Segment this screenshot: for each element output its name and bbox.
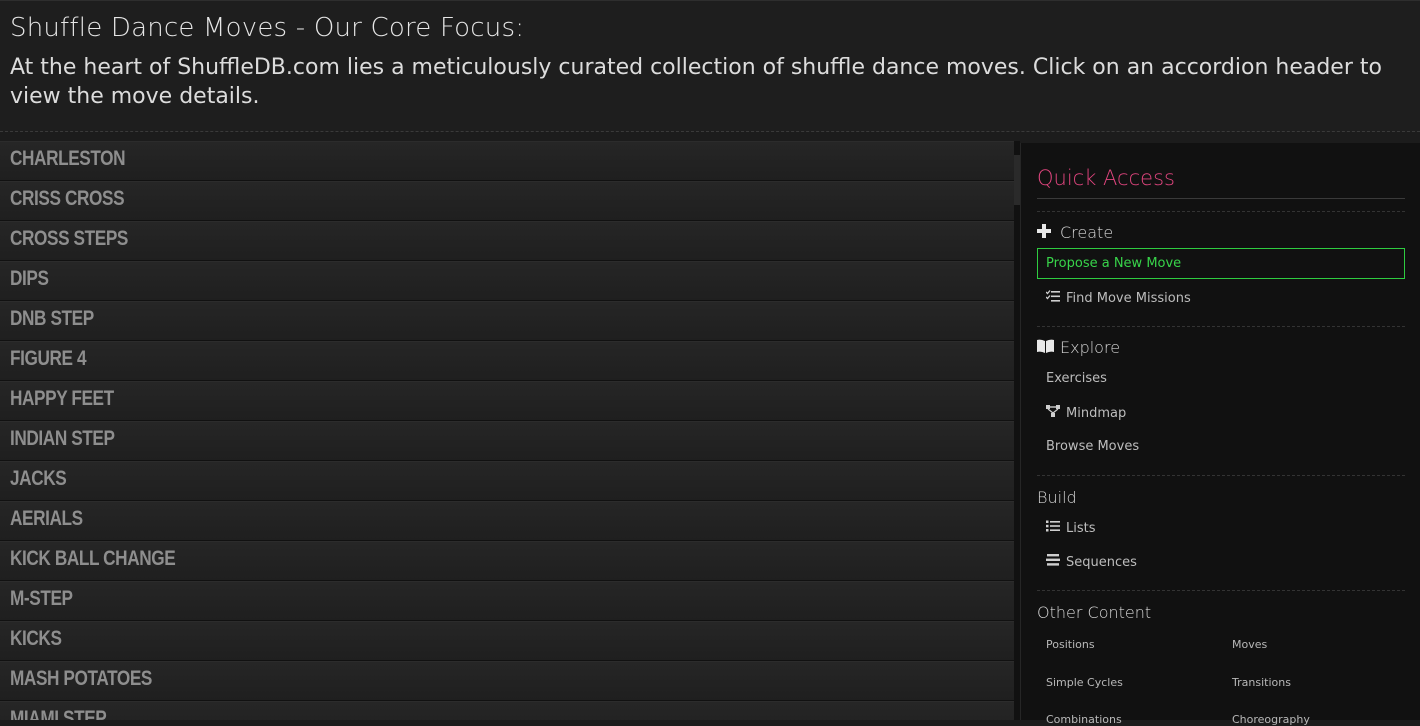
bars-icon [1046,554,1062,569]
create-heading-label: Create [1060,223,1114,242]
accordion-header-dips[interactable]: Dips [0,261,1014,301]
accordion-label: Jacks [10,467,67,490]
sitemap-icon [1046,405,1062,420]
propose-new-move-button[interactable]: Propose a New Move [1037,248,1405,279]
intro-text: At the heart of ShuffleDB.com lies a met… [10,55,1382,109]
page-header: Shuffle Dance Moves - Our Core Focus: At… [0,0,1420,132]
divider [1037,326,1405,327]
accordion-header-miami-step[interactable]: Miami Step [0,701,1014,720]
page-title: Shuffle Dance Moves - Our Core Focus: [10,13,525,43]
accordion-label: Cross Steps [10,227,128,250]
accordion-label: M-Step [10,587,73,610]
accordion-label: Miami Step [10,707,107,720]
transitions-link[interactable]: Transitions [1232,676,1291,689]
accordion-label: Dips [10,267,49,290]
browse-moves-link[interactable]: Browse Moves [1046,439,1139,454]
build-heading: Build [1037,488,1077,507]
accordion-header-happy-feet[interactable]: Happy Feet [0,381,1014,421]
lists-label: Lists [1066,521,1096,536]
quick-access-title: Quick Access [1037,166,1175,190]
accordion-label: DnB Step [10,307,94,330]
accordion-label: Criss Cross [10,187,125,210]
accordion-header-kick-ball-change[interactable]: Kick Ball Change [0,541,1014,581]
positions-link[interactable]: Positions [1046,638,1095,651]
explore-heading-label: Explore [1060,338,1121,357]
sequences-link[interactable]: Sequences [1046,554,1137,570]
find-move-missions-label: Find Move Missions [1066,291,1191,306]
checklist-icon [1045,290,1062,305]
moves-link[interactable]: Moves [1232,638,1267,651]
accordion-label: Happy Feet [10,387,114,410]
accordion-label: Indian Step [10,427,115,450]
accordion-header-cross-steps[interactable]: Cross Steps [0,221,1014,261]
divider [1037,211,1405,212]
accordion-label: Kick Ball Change [10,547,176,570]
accordion-label: Kicks [10,627,62,650]
accordion-header-aerials[interactable]: Aerials [0,501,1014,541]
accordion-label: Mash Potatoes [10,667,153,690]
lists-link[interactable]: Lists [1046,520,1096,536]
moves-accordion: Charleston Criss Cross Cross Steps Dips … [0,141,1014,720]
accordion-header-figure-4[interactable]: Figure 4 [0,341,1014,381]
accordion-header-criss-cross[interactable]: Criss Cross [0,181,1014,221]
simple-cycles-link[interactable]: Simple Cycles [1046,676,1123,689]
quick-access-sidebar: Quick Access Create Propose a New Move F… [1020,143,1420,726]
accordion-header-kicks[interactable]: Kicks [0,621,1014,661]
accordion-header-dnb-step[interactable]: DnB Step [0,301,1014,341]
explore-heading: Explore [1037,338,1120,357]
accordion-header-m-step[interactable]: M-Step [0,581,1014,621]
divider [1037,475,1405,476]
mindmap-link[interactable]: Mindmap [1046,405,1126,421]
accordion-label: Charleston [10,147,126,170]
plus-icon [1037,223,1055,242]
accordion-label: Figure 4 [10,347,87,370]
create-heading: Create [1037,223,1113,242]
title-underline [1037,198,1405,199]
accordion-header-indian-step[interactable]: Indian Step [0,421,1014,461]
sequences-label: Sequences [1066,555,1137,570]
accordion-header-charleston[interactable]: Charleston [0,141,1014,181]
exercises-link[interactable]: Exercises [1046,371,1107,386]
other-content-heading: Other Content [1037,603,1152,622]
accordion-header-jacks[interactable]: Jacks [0,461,1014,501]
book-icon [1037,338,1055,357]
divider [1037,590,1405,591]
accordion-label: Aerials [10,507,83,530]
accordion-header-mash-potatoes[interactable]: Mash Potatoes [0,661,1014,701]
propose-new-move-label: Propose a New Move [1046,256,1182,271]
find-move-missions-link[interactable]: Find Move Missions [1045,290,1191,306]
list-icon [1046,520,1062,535]
mindmap-label: Mindmap [1066,406,1127,421]
